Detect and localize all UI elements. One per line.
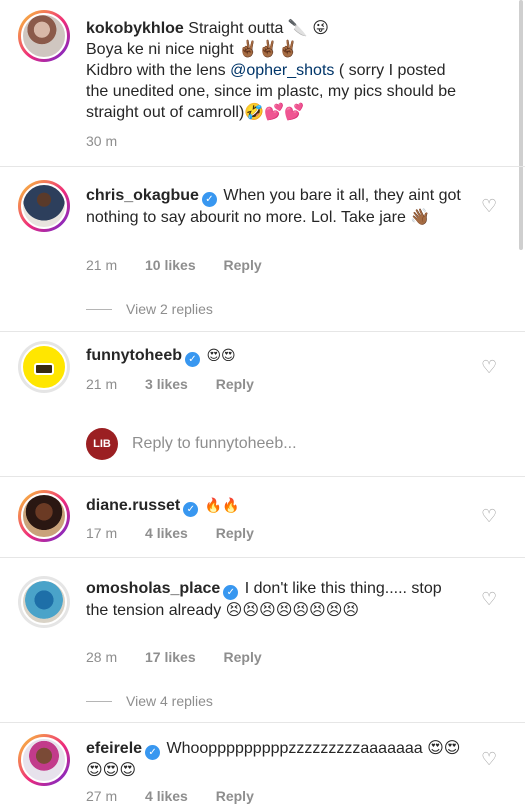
timestamp: 21 m [86,376,118,392]
avatar-image [21,493,67,539]
heart-outline-icon[interactable]: ♡ [481,198,497,216]
heart-outline-icon[interactable]: ♡ [481,359,497,377]
comment-body: 😍😍 [206,348,236,364]
reply-button[interactable]: Reply [224,257,262,273]
timestamp: 17 m [86,525,118,541]
reply-input-bar[interactable]: LIB Reply to funnytoheeb... [86,428,297,460]
comment-text: diane.russet ✓ 🔥🔥 [86,495,466,517]
comment-body: 🔥🔥 [204,498,240,514]
scrollbar[interactable] [519,0,523,250]
heart-outline-icon[interactable]: ♡ [481,508,497,526]
verified-badge-icon: ✓ [185,352,200,367]
verified-badge-icon: ✓ [223,585,239,600]
caption-line-3: Kidbro with the lens [86,62,231,79]
comment-meta: 28 m 17 likes Reply [86,649,286,665]
comment-meta: 27 m 4 likes Reply [86,788,278,804]
caption-meta: 30 m [86,133,141,149]
divider [0,331,525,332]
avatar[interactable] [18,490,70,542]
comment-text: efeirele ✓ Whoopppppppppzzzzzzzzzaaaaaaa … [86,738,466,781]
view-replies-label: View 2 replies [126,301,213,317]
heart-outline-icon[interactable]: ♡ [481,591,497,609]
likes-count[interactable]: 10 likes [145,257,196,273]
reply-button[interactable]: Reply [224,649,262,665]
comment-text: omosholas_place ✓ I don't like this thing… [86,578,466,621]
verified-badge-icon: ✓ [201,192,217,207]
reply-button[interactable]: Reply [216,376,254,392]
username[interactable]: funnytoheeb [86,347,182,364]
likes-count[interactable]: 17 likes [145,649,196,665]
avatar-image [21,183,67,229]
reply-button[interactable]: Reply [216,525,254,541]
avatar-image [21,579,67,625]
username[interactable]: chris_okagbue [86,187,199,204]
divider [0,166,525,167]
mention-link[interactable]: @opher_shots [230,62,334,79]
reply-input[interactable]: Reply to funnytoheeb... [132,435,297,453]
view-replies-button[interactable]: View 2 replies [86,301,213,317]
comment-text: chris_okagbue ✓ When you bare it all, the… [86,185,466,228]
username[interactable]: kokobykhloe [86,20,184,37]
likes-count[interactable]: 4 likes [145,788,188,804]
caption-line-2: Boya ke ni nice night ✌🏾✌🏾✌🏾 [86,41,298,58]
reply-button[interactable]: Reply [216,788,254,804]
likes-count[interactable]: 3 likes [145,376,188,392]
avatar[interactable] [18,180,70,232]
caption-text: kokobykhloe Straight outta 🔪 😜 Boya ke n… [86,18,466,123]
view-replies-button[interactable]: View 4 replies [86,693,213,709]
verified-badge-icon: ✓ [145,745,161,760]
timestamp: 27 m [86,788,118,804]
avatar[interactable] [18,734,70,786]
timestamp: 28 m [86,649,118,665]
timestamp: 30 m [86,133,118,149]
avatar[interactable] [18,576,70,628]
replies-line [86,700,112,702]
likes-count[interactable]: 4 likes [145,525,188,541]
comment-meta: 17 m 4 likes Reply [86,525,278,541]
divider [0,722,525,723]
username[interactable]: diane.russet [86,497,180,514]
avatar[interactable] [18,10,70,62]
replies-line [86,308,112,310]
avatar[interactable] [18,341,70,393]
avatar-image [21,13,67,59]
username[interactable]: omosholas_place [86,580,220,597]
face-icon [34,363,54,376]
comments-screen: kokobykhloe Straight outta 🔪 😜 Boya ke n… [0,0,525,804]
verified-badge-icon: ✓ [183,502,199,517]
comment-body: Whoopppppppppzzzzzzzzzaaaaaaa 😍😍😍😍😍 [86,740,461,779]
view-replies-label: View 4 replies [126,693,213,709]
lib-avatar: LIB [86,428,118,460]
avatar-image [21,737,67,783]
comment-meta: 21 m 10 likes Reply [86,257,286,273]
username[interactable]: efeirele [86,740,142,757]
divider [0,476,525,477]
avatar-image [21,344,67,390]
comment-text: funnytoheeb ✓ 😍😍 [86,345,466,367]
caption-line-1: Straight outta 🔪 😜 [188,20,329,37]
timestamp: 21 m [86,257,118,273]
comment-meta: 21 m 3 likes Reply [86,376,278,392]
divider [0,557,525,558]
heart-outline-icon[interactable]: ♡ [481,751,497,769]
